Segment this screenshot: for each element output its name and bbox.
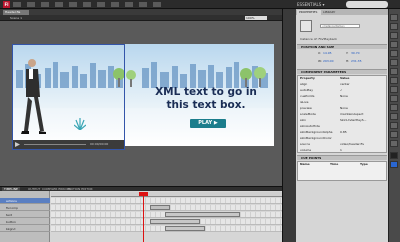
flash-logo: Fl: [3, 1, 10, 8]
layer-button[interactable]: button: [0, 219, 50, 225]
param-value[interactable]: maintainAspect: [340, 112, 363, 116]
h-label: H:: [346, 59, 350, 63]
tween-span[interactable]: [150, 205, 170, 210]
param-name: cuePoints: [300, 94, 315, 98]
hand-tool-icon[interactable]: [390, 131, 398, 138]
selection-tool-icon[interactable]: [390, 14, 398, 21]
param-value[interactable]: ✓: [340, 88, 343, 92]
video-time: 00:00/00:00: [90, 142, 109, 146]
param-name: skinBackgroundAlpha: [300, 130, 333, 134]
play-icon[interactable]: [15, 142, 20, 147]
instance-of-label: Instance of: FLVPlayback: [300, 37, 337, 41]
param-value[interactable]: 0.85: [340, 130, 347, 134]
y-value[interactable]: 30.70: [351, 51, 360, 55]
frames-row[interactable]: [51, 198, 282, 204]
transform-tool-icon[interactable]: [390, 32, 398, 39]
text-tool-icon[interactable]: [390, 59, 398, 66]
fill-color-swatch[interactable]: [390, 161, 398, 168]
y-label: Y:: [346, 51, 349, 55]
pen-tool-icon[interactable]: [390, 50, 398, 57]
playhead[interactable]: [143, 193, 144, 242]
param-name: autoPlay: [300, 88, 314, 92]
param-value[interactable]: None: [340, 94, 348, 98]
layer-flvcomp[interactable]: flvcomp: [0, 205, 50, 211]
tab-properties[interactable]: PROPERTIES: [297, 10, 321, 15]
panel-icon-strip: [282, 9, 296, 242]
param-value[interactable]: None: [340, 106, 348, 110]
param-name: skinAutoHide: [300, 124, 320, 128]
param-name: isLive: [300, 100, 309, 104]
cue-points-header[interactable]: CUE POINTS: [297, 155, 387, 160]
eyedropper-tool-icon[interactable]: [390, 113, 398, 120]
flvplayback-selection[interactable]: [12, 44, 125, 150]
lasso-tool-icon[interactable]: [390, 41, 398, 48]
frame-ruler[interactable]: [51, 192, 282, 197]
w-value[interactable]: 293.00: [323, 59, 334, 63]
tween-span[interactable]: [165, 226, 205, 231]
rectangle-tool-icon[interactable]: [390, 77, 398, 84]
cue-header-name: Name: [300, 162, 310, 166]
x-label: X:: [318, 51, 322, 55]
tab-library[interactable]: LIBRARY: [323, 10, 335, 14]
param-name: scaleMode: [300, 112, 316, 116]
brush-tool-icon[interactable]: [390, 95, 398, 102]
scene-label[interactable]: Scene 1: [10, 16, 22, 20]
param-value[interactable]: 1: [340, 148, 342, 152]
instance-name-field[interactable]: <Instance Name>: [320, 24, 360, 28]
play-button[interactable]: PLAY ▶: [190, 119, 226, 128]
param-name: volume: [300, 148, 312, 152]
tween-span[interactable]: [150, 219, 200, 224]
zoom-tool-icon[interactable]: [390, 140, 398, 147]
param-header-value: Value: [340, 76, 350, 80]
search-input[interactable]: [346, 1, 388, 8]
param-value[interactable]: center: [340, 82, 350, 86]
subselection-tool-icon[interactable]: [390, 23, 398, 30]
cue-header-type: Type: [360, 162, 368, 166]
zoom-select[interactable]: 100%: [245, 16, 267, 20]
layer-actions[interactable]: actions: [0, 198, 50, 204]
pencil-tool-icon[interactable]: [390, 86, 398, 93]
stage-headline[interactable]: XML text to go in this text box.: [150, 86, 262, 112]
menu-strip: [13, 2, 163, 7]
layer-bkgnd[interactable]: bkgnd: [0, 226, 50, 232]
cue-header-time: Time: [330, 162, 339, 166]
w-label: W:: [318, 59, 322, 63]
param-name: source: [300, 142, 310, 146]
stroke-color-swatch[interactable]: [390, 152, 398, 159]
component-parameters-header[interactable]: COMPONENT PARAMETERS: [297, 69, 387, 74]
param-header-property: Property: [300, 76, 315, 80]
component-icon: [300, 20, 312, 32]
line-tool-icon[interactable]: [390, 68, 398, 75]
tween-span[interactable]: [165, 212, 240, 217]
position-section-header[interactable]: POSITION AND SIZE: [297, 44, 387, 49]
param-name: preview: [300, 106, 312, 110]
workspace-switcher[interactable]: ESSENTIALS ▾: [297, 2, 325, 7]
param-name: skin: [300, 118, 307, 122]
param-name: align: [300, 82, 308, 86]
x-value[interactable]: 14.95: [323, 51, 332, 55]
param-value[interactable]: video/header.flv: [340, 142, 364, 146]
cue-points-table: [297, 161, 387, 181]
tree-icon: [240, 67, 266, 87]
seek-bar[interactable]: [24, 144, 86, 145]
eraser-tool-icon[interactable]: [390, 122, 398, 129]
param-value[interactable]: SkinUnderPlayS...: [340, 118, 366, 122]
paint-bucket-tool-icon[interactable]: [390, 104, 398, 111]
h-value[interactable]: 231.35: [351, 59, 362, 63]
layer-text[interactable]: text: [0, 212, 50, 218]
param-name: skinBackgroundColor: [300, 136, 332, 140]
